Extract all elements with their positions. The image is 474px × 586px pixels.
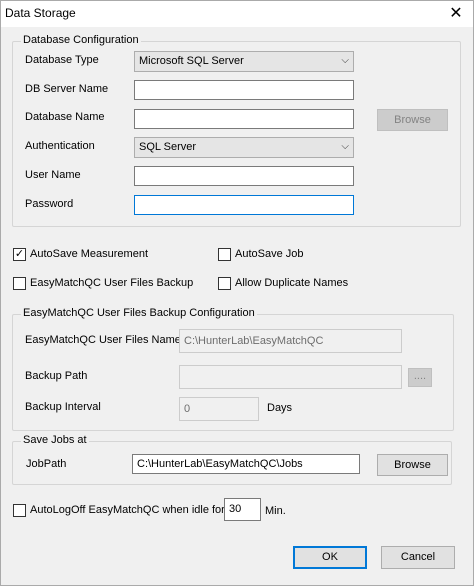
autosave-measurement-label: AutoSave Measurement <box>30 248 149 260</box>
allow-duplicate-names-label: Allow Duplicate Names <box>235 277 349 289</box>
backup-path-input[interactable] <box>179 365 402 389</box>
autologoff-minutes-input[interactable]: 30 <box>224 498 261 521</box>
backup-interval-label: Backup Interval <box>25 401 101 413</box>
chevron-down-icon: ⌵ <box>341 141 349 152</box>
job-path-label: JobPath <box>26 458 67 470</box>
data-storage-dialog: Data Storage ✕ Database Configuration Da… <box>0 0 474 586</box>
autologoff-label: AutoLogOff EasyMatchQC when idle for <box>30 504 225 516</box>
user-name-input[interactable] <box>134 166 354 186</box>
autosave-job-label: AutoSave Job <box>235 248 304 260</box>
ok-button[interactable]: OK <box>293 546 367 569</box>
authentication-label: Authentication <box>25 140 95 152</box>
backup-interval-unit: Days <box>267 402 293 414</box>
database-config-legend: Database Configuration <box>21 34 141 46</box>
database-browse-button[interactable]: Browse <box>377 109 448 131</box>
allow-duplicate-names-checkbox[interactable] <box>218 277 231 290</box>
cancel-button[interactable]: Cancel <box>381 546 455 569</box>
password-input[interactable] <box>134 195 354 215</box>
authentication-value: SQL Server <box>139 141 197 153</box>
authentication-select[interactable]: SQL Server ⌵ <box>134 137 354 158</box>
window-title: Data Storage <box>5 6 76 20</box>
save-jobs-legend: Save Jobs at <box>21 434 89 446</box>
title-bar: Data Storage ✕ <box>1 1 473 27</box>
autologoff-checkbox[interactable] <box>13 504 26 517</box>
db-type-select[interactable]: Microsoft SQL Server ⌵ <box>134 51 354 72</box>
autosave-job-checkbox[interactable] <box>218 248 231 261</box>
backup-interval-input[interactable]: 0 <box>179 397 259 421</box>
autosave-measurement-checkbox[interactable]: ✓ <box>13 248 26 261</box>
backup-config-legend: EasyMatchQC User Files Backup Configurat… <box>21 307 257 319</box>
user-files-name-label: EasyMatchQC User Files Name <box>25 334 181 346</box>
files-backup-label: EasyMatchQC User Files Backup <box>30 277 194 289</box>
job-path-browse-button[interactable]: Browse <box>377 454 448 476</box>
user-files-name-input[interactable]: C:\HunterLab\EasyMatchQC <box>179 329 402 353</box>
db-server-name-label: DB Server Name <box>25 83 109 95</box>
database-name-label: Database Name <box>25 111 105 123</box>
password-label: Password <box>25 198 74 210</box>
checkmark-icon: ✓ <box>14 248 25 260</box>
user-name-label: User Name <box>25 169 81 181</box>
close-icon[interactable]: ✕ <box>439 1 473 27</box>
files-backup-checkbox[interactable] <box>13 277 26 290</box>
db-server-name-input[interactable] <box>134 80 354 100</box>
db-type-label: Database Type <box>25 54 99 66</box>
database-name-input[interactable] <box>134 109 354 129</box>
autologoff-unit: Min. <box>265 505 286 517</box>
backup-path-browse-button[interactable]: .... <box>408 368 432 387</box>
backup-path-label: Backup Path <box>25 370 88 382</box>
chevron-down-icon: ⌵ <box>341 55 349 66</box>
db-type-value: Microsoft SQL Server <box>139 55 244 67</box>
job-path-input[interactable]: C:\HunterLab\EasyMatchQC\Jobs <box>132 454 360 474</box>
